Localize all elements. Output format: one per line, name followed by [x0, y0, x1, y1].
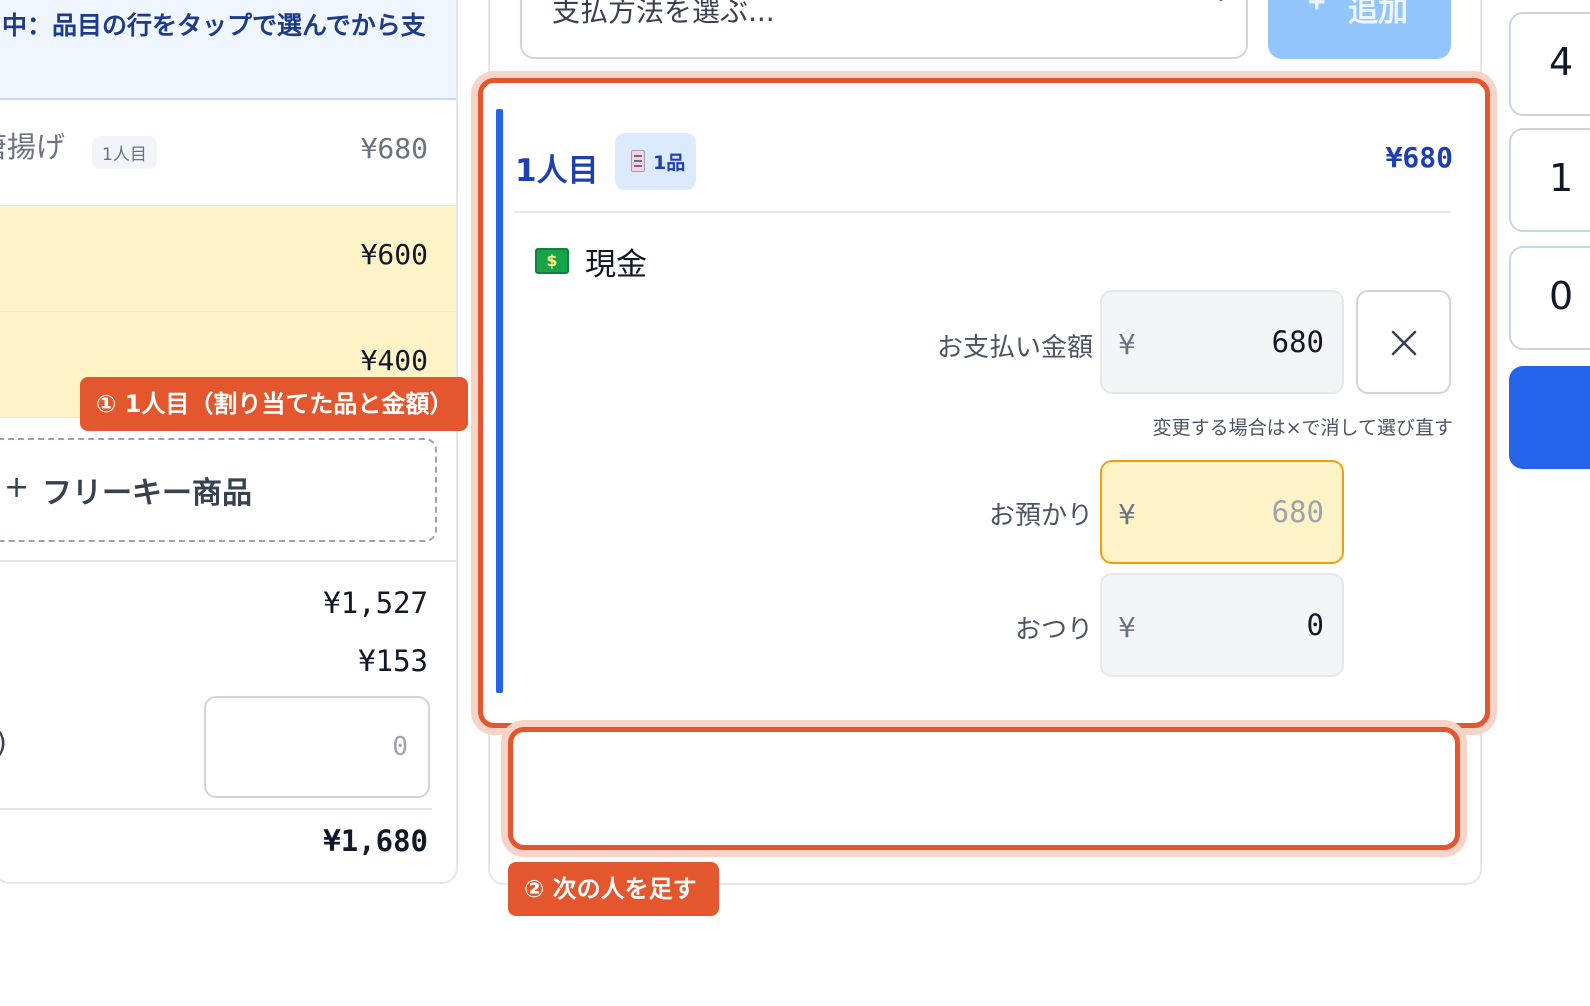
free-key-item-label: フリーキー商品	[42, 476, 252, 511]
order-item-price: ¥600	[360, 238, 428, 271]
pay-amount-label: お支払い金額	[936, 333, 1093, 363]
subtotal-value: ¥1,527	[323, 586, 428, 620]
person-payment-card: 1人目 1品 ¥680 現金 お支払い金額 ¥ 680 変更する場合は×で消して…	[478, 78, 1490, 728]
plus-icon: +	[4, 470, 30, 505]
add-payment-label: 追加	[1348, 0, 1408, 28]
currency-mark: ¥	[1118, 498, 1136, 531]
tendered-placeholder: 680	[1271, 495, 1324, 529]
add-payment-button[interactable]: + 追加	[1268, 0, 1451, 59]
banknote-icon	[535, 248, 569, 274]
currency-mark: ¥	[1118, 328, 1136, 361]
pay-amount-field: ¥ 680	[1100, 290, 1344, 394]
change-method-hint: 変更する場合は×で消して選び直す	[1152, 417, 1453, 439]
order-item-price: ¥400	[360, 344, 428, 377]
split-banner-text: 中：品目の行をタップで選んでから支	[2, 11, 426, 40]
pay-amount-value: 680	[1271, 325, 1324, 359]
card-divider	[515, 211, 1451, 213]
keypad-key-label: 0	[1549, 274, 1574, 318]
card-accent-bar	[496, 109, 503, 693]
grand-total-value: ¥1,680	[323, 824, 428, 858]
assigned-person-tag: 1人目	[92, 136, 157, 169]
clear-payment-button[interactable]	[1356, 290, 1451, 394]
change-amount-field: ¥ 0	[1100, 573, 1344, 677]
callout-add-person: ② 次の人を足す	[508, 862, 719, 916]
order-item-row[interactable]: 唐揚げ 1人目 ¥680	[0, 100, 456, 206]
tendered-amount-input[interactable]: ¥ 680	[1100, 460, 1344, 564]
chevron-down-icon	[1210, 0, 1232, 9]
add-next-person-slot[interactable]	[508, 727, 1460, 850]
keypad-key-label: 1	[1549, 156, 1574, 200]
payment-method-select[interactable]: 支払方法を選ぶ...	[520, 0, 1248, 59]
keypad-key[interactable]: 4	[1509, 12, 1590, 116]
order-item-row-selected[interactable]: ¥600	[0, 206, 456, 312]
change-label: おつり	[1014, 615, 1093, 645]
totals-divider	[0, 560, 456, 562]
receipt-icon	[631, 150, 645, 172]
plus-icon: +	[1308, 0, 1326, 19]
tax-value: ¥153	[358, 644, 428, 678]
item-count-text: 1品	[653, 152, 686, 174]
split-mode-banner: 中：品目の行をタップで選んでから支	[0, 0, 456, 100]
order-item-price: ¥680	[360, 132, 428, 165]
close-icon	[1391, 330, 1417, 356]
currency-mark: ¥	[1118, 611, 1136, 644]
payment-method-value: 支払方法を選ぶ...	[552, 0, 775, 28]
tendered-label: お預かり	[988, 501, 1093, 531]
keypad-key[interactable]: 0	[1509, 246, 1590, 350]
payment-method-label: 現金	[585, 247, 647, 283]
callout-person-card: ① 1人目（割り当てた品と金額）	[80, 377, 468, 431]
grand-total-divider	[0, 808, 432, 810]
keypad-key[interactable]: 1	[1509, 128, 1590, 232]
keypad-key-label: 4	[1549, 40, 1574, 84]
item-count-badge: 1品	[615, 133, 696, 190]
discount-input[interactable]: 0	[204, 696, 430, 798]
change-amount-value: 0	[1306, 608, 1324, 642]
order-items-panel: 中：品目の行をタップで選んでから支 唐揚げ 1人目 ¥680 ¥600 ¥400…	[0, 0, 458, 884]
order-item-name: 唐揚げ	[0, 130, 66, 164]
keypad-confirm-button[interactable]	[1509, 366, 1590, 469]
person-title: 1人目	[515, 153, 599, 189]
free-key-item-button[interactable]: + フリーキー商品	[0, 438, 437, 542]
person-total: ¥680	[1385, 141, 1453, 174]
discount-label: )	[0, 726, 7, 759]
